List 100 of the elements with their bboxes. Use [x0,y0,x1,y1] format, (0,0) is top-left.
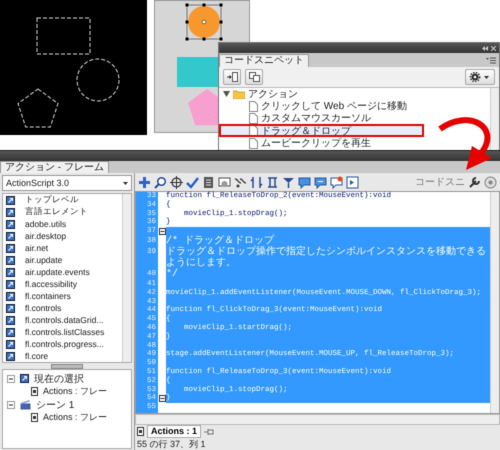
search-icon[interactable] [154,176,167,188]
comment-icon[interactable] [314,176,327,188]
toolbox-item[interactable]: adobe.utils [3,218,122,230]
script-icon [31,387,38,396]
settings-button[interactable] [465,69,495,85]
toolbox-item[interactable]: air.desktop [3,230,122,242]
scrollbar[interactable] [490,192,499,413]
scrollbar[interactable] [490,88,499,151]
tree-label: 現在の選択 [34,372,84,386]
arrow-box-icon [6,304,15,312]
toolbox-item[interactable]: fl.core [3,350,122,362]
arrow-box-icon [6,340,15,348]
tree-item[interactable]: Actions : フレー [3,385,131,398]
language-dropdown[interactable]: ActionScript 3.0 [2,175,132,191]
arrow-box-icon [6,232,15,240]
code-comment: */ [166,268,490,280]
snippet-item[interactable]: クリックして Web ページに移動 [219,100,407,112]
scrollbar[interactable] [122,194,131,362]
script-tab[interactable]: Actions : 1 [147,425,202,438]
tree-item[interactable]: 現在の選択 [3,372,131,385]
arrow-box-icon [6,328,15,336]
toolbox-label: air.desktop [25,231,66,241]
toolbox-item[interactable]: fl.controls.listClasses [3,326,122,338]
tree-item[interactable]: Actions : フレー [3,411,131,424]
snippet-item[interactable]: ムービークリップを再生 [219,137,371,149]
wrench-icon[interactable] [468,176,481,188]
snippet-label: ムービークリップを再生 [261,136,371,150]
toolbox-label: 言語エレメント [25,206,88,218]
tree-label: Actions : フレー [43,411,108,424]
toolbox-item[interactable]: fl.controls.progress... [3,338,122,350]
arrow-box-icon [6,268,15,276]
arrow-box-icon [20,374,29,383]
copy-button[interactable] [245,69,263,85]
check-icon[interactable] [186,176,199,188]
collapse-icon[interactable] [482,46,488,50]
dashed-circle [76,58,120,102]
toolbox-item[interactable]: air.update.events [3,266,122,278]
expanded-triangle-icon[interactable] [223,91,230,97]
collapse-icon[interactable] [7,400,15,408]
collapse-icon[interactable] [7,374,15,382]
caret-icon [123,182,128,184]
document-icon [249,125,258,136]
selected-circle[interactable] [186,4,222,40]
toolbox-item[interactable]: fl.accessibility [3,278,122,290]
snippet-item[interactable]: ドラッグ＆ドロップ [219,124,424,137]
splitter-handle[interactable] [51,364,83,368]
toolbox-label: air.update.events [25,267,90,277]
fold-marker-icon[interactable] [158,228,166,236]
snippet-label: ドラッグ＆ドロップ [261,124,351,138]
toolbox-label: adobe.utils [25,219,66,229]
uncomment-icon[interactable] [330,176,343,188]
code-snippets-label[interactable]: コードスニ [415,175,465,189]
code-comment: /* ドラッグ＆ドロップ [166,236,490,247]
tree-item[interactable]: シーン 1 [3,398,131,411]
toolbox-label: fl.controls.listClasses [25,327,104,337]
close-icon[interactable] [491,46,496,50]
panel-tab[interactable]: アクション - フレーム [0,161,109,173]
toolbox-item[interactable]: トップレベル [3,194,122,206]
arrow-box-icon [6,352,15,360]
toolbox-label: トップレベル [25,194,79,206]
toolbox-label: fl.containers [25,291,71,301]
toolbox-label: fl.controls.progress... [25,339,104,349]
arrow-box-icon [6,256,15,264]
script-icon [137,427,144,436]
status-bar-text: 55 の行 37、列 1 [136,438,207,450]
snippet-label: カスタムマウスカーソル [261,112,371,125]
folder-item[interactable]: アクション [219,88,298,100]
dashed-rectangle [36,18,90,54]
arrow-box-icon [6,292,15,300]
insert-button[interactable] [223,69,241,85]
menu-icon[interactable] [486,57,496,64]
arrow-box-icon [6,244,15,252]
toolbox-label: air.net [25,243,48,253]
folder-label: アクション [248,88,298,101]
comment-icon[interactable] [298,176,311,188]
snippet-label: クリックして Web ページに移動 [261,100,407,113]
panel-icon[interactable] [346,176,359,188]
toolbox-item[interactable]: fl.controls [3,302,122,314]
tree-label: Actions : フレー [43,385,108,398]
toolbox-label: fl.controls [25,303,62,313]
crosshair-icon[interactable] [170,176,183,188]
arrow-box-icon [6,316,15,324]
folder-icon [233,90,245,98]
pin-icon[interactable] [204,428,214,436]
toolbox-item[interactable]: air.net [3,242,122,254]
document-icon[interactable] [202,176,215,188]
clapperboard-icon [20,400,31,410]
add-icon[interactable] [138,176,151,188]
toolbox-item[interactable]: fl.controls.dataGrid... [3,314,122,326]
toolbox-label: air.update [25,255,62,265]
arrow-box-icon [6,208,15,216]
toolbox-label: fl.core [25,351,48,361]
panel-tab[interactable]: コードスニペット [219,54,309,67]
scrollbar[interactable] [135,414,500,425]
toolbox-label: fl.accessibility [25,279,77,289]
snippet-item[interactable]: カスタムマウスカーソル [219,112,371,124]
toolbox-item[interactable]: 言語エレメント [3,206,122,218]
toolbox-item[interactable]: air.update [3,254,122,266]
toolbox-item[interactable]: fl.containers [3,290,122,302]
fold-marker-icon[interactable] [158,395,166,402]
